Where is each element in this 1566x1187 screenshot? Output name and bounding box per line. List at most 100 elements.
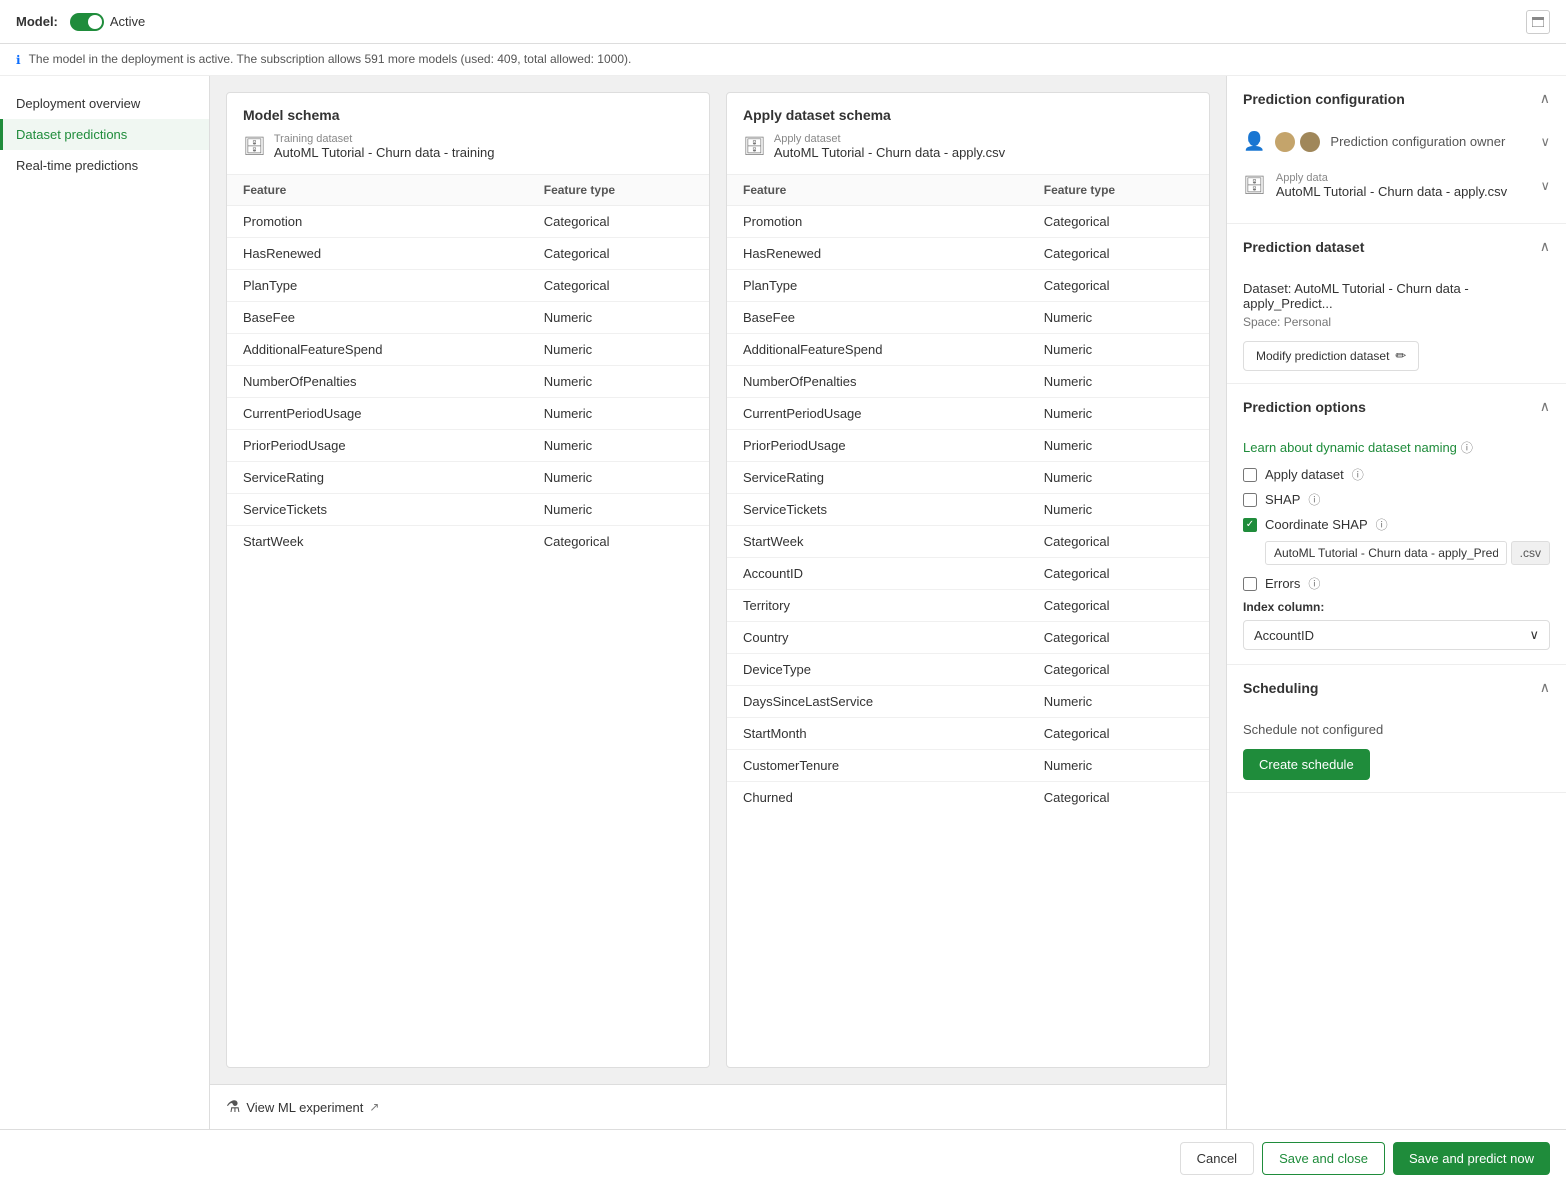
right-panel: Prediction configuration ∧ 👤 Prediction … <box>1226 76 1566 1129</box>
modify-label: Modify prediction dataset <box>1256 349 1389 363</box>
prediction-config-body: 👤 Prediction configuration owner ∨ 🗄 <box>1227 121 1566 223</box>
shap-checkbox[interactable] <box>1243 493 1257 507</box>
table-row: AdditionalFeatureSpendNumeric <box>727 334 1209 366</box>
sidebar-item-realtime-predictions[interactable]: Real-time predictions <box>0 150 209 181</box>
bottom-action-bar: Cancel Save and close Save and predict n… <box>0 1129 1566 1187</box>
config-chevron-icon: ∧ <box>1540 90 1550 107</box>
coordinate-shap-checkbox-row: ✓ Coordinate SHAP ⓘ <box>1243 516 1550 533</box>
sidebar-item-deployment-overview[interactable]: Deployment overview <box>0 88 209 119</box>
shap-checkbox-label: SHAP <box>1265 492 1300 507</box>
external-link-icon: ↗ <box>369 1100 379 1114</box>
table-row: ServiceRatingNumeric <box>727 462 1209 494</box>
index-column-select[interactable]: AccountID ∨ <box>1243 620 1550 650</box>
coordinate-shap-info-icon: ⓘ <box>1376 516 1388 533</box>
save-and-close-button[interactable]: Save and close <box>1262 1142 1385 1175</box>
view-experiment-link[interactable]: ⚗ View ML experiment ↗ <box>226 1097 1210 1117</box>
apply-data-section-label: Apply data <box>1276 172 1531 184</box>
apply-data-row: 🗄 Apply data AutoML Tutorial - Churn dat… <box>1243 162 1550 209</box>
toggle-state-label: Active <box>110 14 145 29</box>
table-row: PlanTypeCategorical <box>727 270 1209 302</box>
table-row: ServiceTicketsNumeric <box>227 494 709 526</box>
errors-checkbox[interactable] <box>1243 577 1257 591</box>
errors-checkbox-label: Errors <box>1265 576 1300 591</box>
shap-info-icon: ⓘ <box>1308 491 1320 508</box>
table-row: PriorPeriodUsageNumeric <box>227 430 709 462</box>
owner-label: Prediction configuration owner <box>1330 134 1530 149</box>
prediction-dataset-title: Prediction dataset <box>1243 239 1364 255</box>
table-row: ServiceRatingNumeric <box>227 462 709 494</box>
dataset-chevron-icon: ∧ <box>1540 238 1550 255</box>
table-row: DaysSinceLastServiceNumeric <box>727 686 1209 718</box>
sidebar-item-dataset-predictions[interactable]: Dataset predictions <box>0 119 209 150</box>
table-row: StartMonthCategorical <box>727 718 1209 750</box>
table-row: AccountIDCategorical <box>727 558 1209 590</box>
prediction-options-header[interactable]: Prediction options ∧ <box>1227 384 1566 429</box>
coordinate-shap-row: ✓ Coordinate SHAP ⓘ .csv <box>1243 516 1550 565</box>
apply-data-value: AutoML Tutorial - Churn data - apply.csv <box>1276 184 1531 199</box>
flask-icon: ⚗ <box>226 1097 240 1117</box>
table-row: HasRenewedCategorical <box>227 238 709 270</box>
coordinate-shap-checkbox[interactable]: ✓ <box>1243 518 1257 532</box>
prediction-dataset-header[interactable]: Prediction dataset ∧ <box>1227 224 1566 269</box>
dynamic-naming-link[interactable]: Learn about dynamic dataset naming ⓘ <box>1243 439 1550 456</box>
errors-info-icon: ⓘ <box>1308 575 1320 592</box>
apply-schema-title: Apply dataset schema <box>743 107 1193 123</box>
scheduling-chevron-icon: ∧ <box>1540 679 1550 696</box>
table-row: CustomerTenureNumeric <box>727 750 1209 782</box>
person-icon: 👤 <box>1243 131 1265 152</box>
options-chevron-icon: ∧ <box>1540 398 1550 415</box>
apply-dataset-checkbox[interactable] <box>1243 468 1257 482</box>
apply-schema-header: Apply dataset schema 🗄 Apply dataset Aut… <box>727 93 1209 175</box>
apply-db-icon: 🗄 <box>1243 175 1266 196</box>
schemas-row: Model schema 🗄 Training dataset AutoML T… <box>210 76 1226 1084</box>
table-row: PromotionCategorical <box>227 206 709 238</box>
info-text: The model in the deployment is active. T… <box>29 52 632 66</box>
prediction-dataset-body: Dataset: AutoML Tutorial - Churn data - … <box>1227 269 1566 383</box>
modify-prediction-dataset-button[interactable]: Modify prediction dataset ✏ <box>1243 341 1419 371</box>
table-row: StartWeekCategorical <box>727 526 1209 558</box>
table-row: NumberOfPenaltiesNumeric <box>727 366 1209 398</box>
create-schedule-button[interactable]: Create schedule <box>1243 749 1370 780</box>
info-icon: ℹ <box>16 53 21 67</box>
apply-dataset-checkbox-label: Apply dataset <box>1265 467 1344 482</box>
toggle-track[interactable] <box>70 13 104 31</box>
avatar-block-1 <box>1275 132 1295 152</box>
model-schema-table: Feature Feature type PromotionCategorica… <box>227 175 709 557</box>
table-row: HasRenewedCategorical <box>727 238 1209 270</box>
shap-input-field[interactable] <box>1265 541 1507 565</box>
apply-dataset-label: Apply dataset <box>774 133 1005 145</box>
model-dataset-info: 🗄 Training dataset AutoML Tutorial - Chu… <box>243 133 693 160</box>
info-bar: ℹ The model in the deployment is active.… <box>0 44 1566 76</box>
apply-data-info: Apply data AutoML Tutorial - Churn data … <box>1276 172 1531 199</box>
minimize-button[interactable] <box>1526 10 1550 34</box>
prediction-dataset-section: Prediction dataset ∧ Dataset: AutoML Tut… <box>1227 224 1566 384</box>
table-row: StartWeekCategorical <box>227 526 709 558</box>
errors-checkbox-row: Errors ⓘ <box>1243 575 1550 592</box>
scheduling-title: Scheduling <box>1243 680 1318 696</box>
prediction-dataset-space: Space: Personal <box>1243 315 1550 329</box>
table-row: DeviceTypeCategorical <box>727 654 1209 686</box>
table-row: PlanTypeCategorical <box>227 270 709 302</box>
scheduling-header[interactable]: Scheduling ∧ <box>1227 665 1566 710</box>
index-column-value: AccountID <box>1254 628 1314 643</box>
dynamic-info-icon: ⓘ <box>1461 439 1473 456</box>
index-column-label: Index column: <box>1243 600 1550 614</box>
csv-badge: .csv <box>1511 541 1550 565</box>
apply-col-type: Feature type <box>1028 175 1209 206</box>
sidebar: Deployment overview Dataset predictions … <box>0 76 210 1129</box>
prediction-config-header[interactable]: Prediction configuration ∧ <box>1227 76 1566 121</box>
table-row: CurrentPeriodUsageNumeric <box>227 398 709 430</box>
edit-icon: ✏ <box>1395 348 1406 364</box>
model-toggle[interactable]: Active <box>70 13 145 31</box>
cancel-button[interactable]: Cancel <box>1180 1142 1254 1175</box>
database-icon: 🗄 <box>243 136 266 157</box>
apply-dataset-info: 🗄 Apply dataset AutoML Tutorial - Churn … <box>743 133 1193 160</box>
apply-data-chevron-icon: ∨ <box>1540 178 1550 194</box>
top-bar: Model: Active <box>0 0 1566 44</box>
apply-dataset-checkbox-row: Apply dataset ⓘ <box>1243 466 1550 483</box>
model-label: Model: <box>16 14 58 29</box>
save-and-predict-button[interactable]: Save and predict now <box>1393 1142 1550 1175</box>
index-chevron-icon: ∨ <box>1529 627 1539 643</box>
training-dataset-label: Training dataset <box>274 133 495 145</box>
apply-col-feature: Feature <box>727 175 1028 206</box>
